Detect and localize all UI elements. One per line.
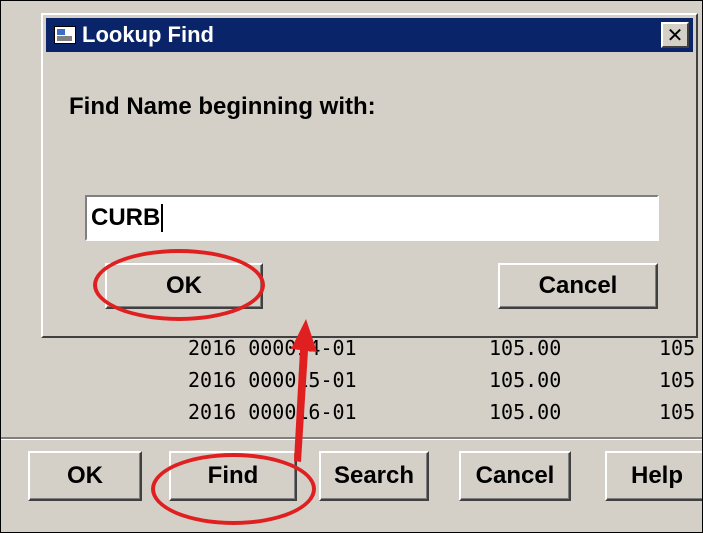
input-value: CURB bbox=[91, 204, 161, 231]
dialog-titlebar[interactable]: Lookup Find ✕ bbox=[46, 18, 693, 52]
record-amount-2: 105 bbox=[659, 400, 696, 424]
record-id: 2016 000016-01 bbox=[188, 400, 357, 424]
text-caret bbox=[161, 204, 164, 232]
table-row[interactable]: 2016 000014-01 105.00 105 bbox=[1, 336, 702, 366]
ok-button[interactable]: OK bbox=[28, 451, 142, 501]
record-amount: 105.00 bbox=[489, 400, 562, 424]
record-id: 2016 000015-01 bbox=[188, 368, 357, 392]
ellipse-highlight-find bbox=[151, 453, 316, 525]
record-amount-2: 105 bbox=[659, 336, 696, 360]
search-button[interactable]: Search bbox=[319, 451, 429, 501]
divider bbox=[1, 437, 702, 440]
record-amount: 105.00 bbox=[489, 368, 562, 392]
record-id: 2016 000014-01 bbox=[188, 336, 357, 360]
find-name-input[interactable]: CURB bbox=[85, 195, 659, 241]
dialog-title: Lookup Find bbox=[82, 22, 214, 47]
screenshot-frame: 2016 000014-01 105.00 105 2016 000015-01… bbox=[0, 0, 703, 533]
record-amount: 105.00 bbox=[489, 336, 562, 360]
dialog-cancel-button[interactable]: Cancel bbox=[498, 263, 658, 309]
table-row[interactable]: 2016 000015-01 105.00 105 bbox=[1, 368, 702, 398]
table-row[interactable]: 2016 000016-01 105.00 105 bbox=[1, 400, 702, 430]
record-amount-2: 105 bbox=[659, 368, 696, 392]
ellipse-highlight-ok bbox=[93, 249, 265, 321]
cancel-button[interactable]: Cancel bbox=[459, 451, 571, 501]
find-prompt-label: Find Name beginning with: bbox=[69, 93, 376, 120]
close-icon[interactable]: ✕ bbox=[661, 22, 689, 48]
help-button[interactable]: Help bbox=[605, 451, 702, 501]
bottom-toolbar: OK Find Search Cancel Help bbox=[1, 441, 702, 532]
app-icon bbox=[54, 26, 76, 44]
